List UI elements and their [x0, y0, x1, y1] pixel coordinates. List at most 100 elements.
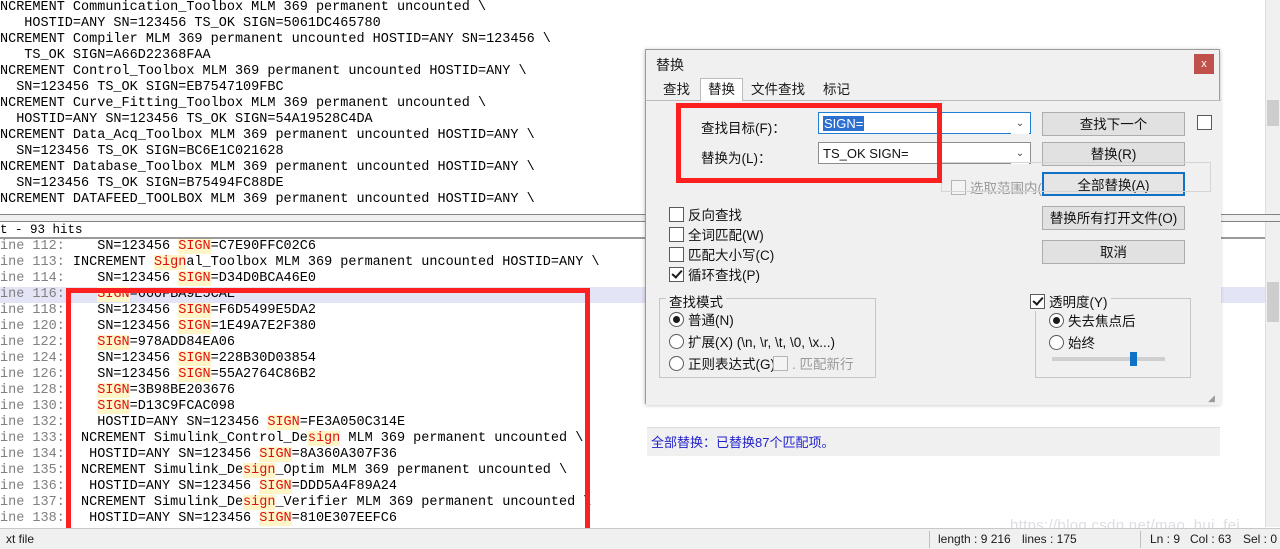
editor-scrollbar-thumb[interactable]: [1267, 100, 1279, 126]
radio-circle[interactable]: [669, 312, 684, 327]
result-text: =3B98BE203676: [129, 383, 235, 398]
search-mode-regex-radio[interactable]: 正则表达式(G): [669, 353, 775, 373]
result-line-number: ine 118:: [0, 303, 65, 318]
app-window: NCREMENT Communication_Toolbox MLM 369 p…: [0, 0, 1280, 549]
transparency-slider[interactable]: [1052, 352, 1165, 366]
dialog-tab-2[interactable]: 文件查找: [744, 80, 812, 100]
status-ln: Ln : 9: [1150, 532, 1181, 546]
result-line-number: ine 135:: [0, 463, 65, 478]
result-text: =D13C9FCAC098: [129, 399, 235, 414]
chevron-down-icon[interactable]: ⌄: [1011, 114, 1029, 134]
radio-circle[interactable]: [1049, 335, 1064, 350]
wrap-around-label: 循环查找(P): [688, 268, 760, 283]
result-text: =FE3A050C314E: [299, 415, 406, 430]
checkbox-box[interactable]: [669, 207, 684, 222]
backward-label: 反向查找: [688, 208, 742, 223]
search-mode-extended-radio[interactable]: 扩展(X) (\n, \r, \t, \0, \x...): [669, 331, 835, 351]
checkbox-box[interactable]: [1030, 294, 1045, 309]
dialog-status-message: 全部替换：已替换87个匹配项。: [651, 435, 835, 450]
result-text: =C7E90FFC02C6: [210, 239, 316, 254]
result-text: =228B30D03854: [210, 351, 316, 366]
search-result-row[interactable]: ine 136: HOSTID=ANY SN=123456 SIGN=DDD5A…: [0, 479, 1280, 495]
wrap-around-checkbox[interactable]: 循环查找(P): [669, 264, 760, 284]
search-mode-normal-radio[interactable]: 普通(N): [669, 309, 734, 329]
result-line-number: ine 112:: [0, 239, 65, 254]
transparency-always-label: 始终: [1068, 336, 1095, 351]
radio-circle[interactable]: [669, 356, 684, 371]
replace-all-frame: [941, 162, 1211, 192]
result-text: [65, 335, 97, 350]
checkbox-box[interactable]: [669, 227, 684, 242]
dialog-titlebar[interactable]: 替换 x: [646, 50, 1219, 78]
dialog-tab-bar[interactable]: 查找 替换 文件查找 标记: [646, 78, 1221, 101]
transparency-checkbox[interactable]: 透明度(Y): [1027, 291, 1111, 311]
result-text: SN=123456: [64, 271, 179, 286]
cancel-button[interactable]: 取消: [1042, 240, 1185, 264]
checkbox-box[interactable]: [669, 267, 684, 282]
whole-word-checkbox[interactable]: 全词匹配(W): [669, 224, 764, 244]
search-hit-highlight: SIGN: [178, 303, 211, 318]
status-col: Col : 63: [1190, 532, 1232, 546]
slider-rail: [1052, 357, 1165, 361]
results-vertical-scrollbar[interactable]: [1265, 222, 1280, 527]
dialog-tab-0[interactable]: 查找: [656, 80, 697, 100]
result-text: SN=123456: [64, 239, 179, 254]
result-text: =F6D5499E5DA2: [210, 303, 316, 318]
find-next-button[interactable]: 查找下一个: [1042, 112, 1185, 136]
search-hit-highlight: SIGN: [178, 351, 211, 366]
result-text: NCREMENT Simulink_De: [64, 495, 244, 510]
result-line-number: ine 128:: [0, 383, 65, 398]
result-text: HOSTID=ANY SN=123456: [64, 511, 260, 526]
search-hit-highlight: SIGN: [178, 367, 211, 382]
result-line-number: ine 130:: [0, 399, 65, 414]
results-scrollbar-thumb[interactable]: [1267, 282, 1279, 322]
backward-checkbox[interactable]: 反向查找: [669, 204, 742, 224]
dialog-tab-label: 文件查找: [751, 82, 805, 97]
search-result-row[interactable]: ine 135: NCREMENT Simulink_Design_Optim …: [0, 463, 1280, 479]
close-icon[interactable]: x: [1194, 54, 1214, 74]
dialog-tab-1[interactable]: 替换: [700, 78, 743, 101]
checkbox-box: [773, 356, 788, 371]
search-mode-legend: 查找模式: [666, 291, 726, 311]
resize-grip-icon[interactable]: ◢: [1208, 393, 1218, 403]
transparency-always-radio[interactable]: 始终: [1049, 332, 1095, 352]
dialog-tab-label: 查找: [663, 82, 690, 97]
result-line-number: ine 137:: [0, 495, 65, 510]
result-text: SN=123456: [64, 303, 179, 318]
result-line-number: ine 116:: [0, 287, 65, 302]
result-text: SN=123456: [64, 351, 179, 366]
replace-all-open-files-button[interactable]: 替换所有打开文件(O): [1042, 206, 1185, 230]
radio-circle[interactable]: [1049, 313, 1064, 328]
dialog-tab-label: 替换: [708, 82, 735, 97]
radio-circle[interactable]: [669, 334, 684, 349]
result-text: =1E49A7E2F380: [210, 319, 316, 334]
replace-dialog[interactable]: 替换 x 查找 替换 文件查找 标记 查找目标(F)： SIGN= ⌄ 替换为(L)：…: [645, 49, 1221, 456]
corner-checkbox[interactable]: [1197, 115, 1216, 131]
replace-with-input[interactable]: TS_OK SIGN= ⌄: [818, 142, 1031, 164]
search-mode-normal-label: 普通(N): [688, 313, 734, 328]
search-hit-highlight: SIGN: [178, 239, 211, 254]
checkbox-box[interactable]: [669, 247, 684, 262]
match-newline-checkbox: . 匹配新行: [773, 353, 854, 373]
result-text: =660FBA9E5CAE: [129, 287, 235, 302]
status-doc-type: xt file: [6, 532, 35, 546]
match-case-checkbox[interactable]: 匹配大小写(C): [669, 244, 774, 264]
transparency-onlosefocus-radio[interactable]: 失去焦点后: [1049, 310, 1136, 330]
result-line-number: ine 120:: [0, 319, 65, 334]
result-text: HOSTID=ANY SN=123456: [64, 447, 260, 462]
result-text: al_Toolbox MLM 369 permanent uncounted H…: [186, 255, 600, 270]
dialog-tab-3[interactable]: 标记: [816, 80, 857, 100]
checkbox-box[interactable]: [1197, 115, 1212, 130]
search-result-row[interactable]: ine 137: NCREMENT Simulink_Design_Verifi…: [0, 495, 1280, 511]
search-hit-highlight: SIGN: [259, 479, 292, 494]
result-line-number: ine 132:: [0, 415, 65, 430]
editor-vertical-scrollbar[interactable]: [1265, 0, 1280, 214]
replace-with-label: 替换为(L)：: [701, 151, 772, 166]
result-text: [65, 287, 97, 302]
status-divider-1: [929, 531, 930, 548]
result-line-number: ine 113:: [0, 255, 65, 270]
chevron-down-icon[interactable]: ⌄: [1011, 144, 1029, 164]
slider-thumb[interactable]: [1130, 352, 1137, 366]
find-what-input[interactable]: SIGN= ⌄: [818, 112, 1031, 134]
editor-line: NCREMENT Compiler MLM 369 permanent unco…: [0, 32, 551, 47]
